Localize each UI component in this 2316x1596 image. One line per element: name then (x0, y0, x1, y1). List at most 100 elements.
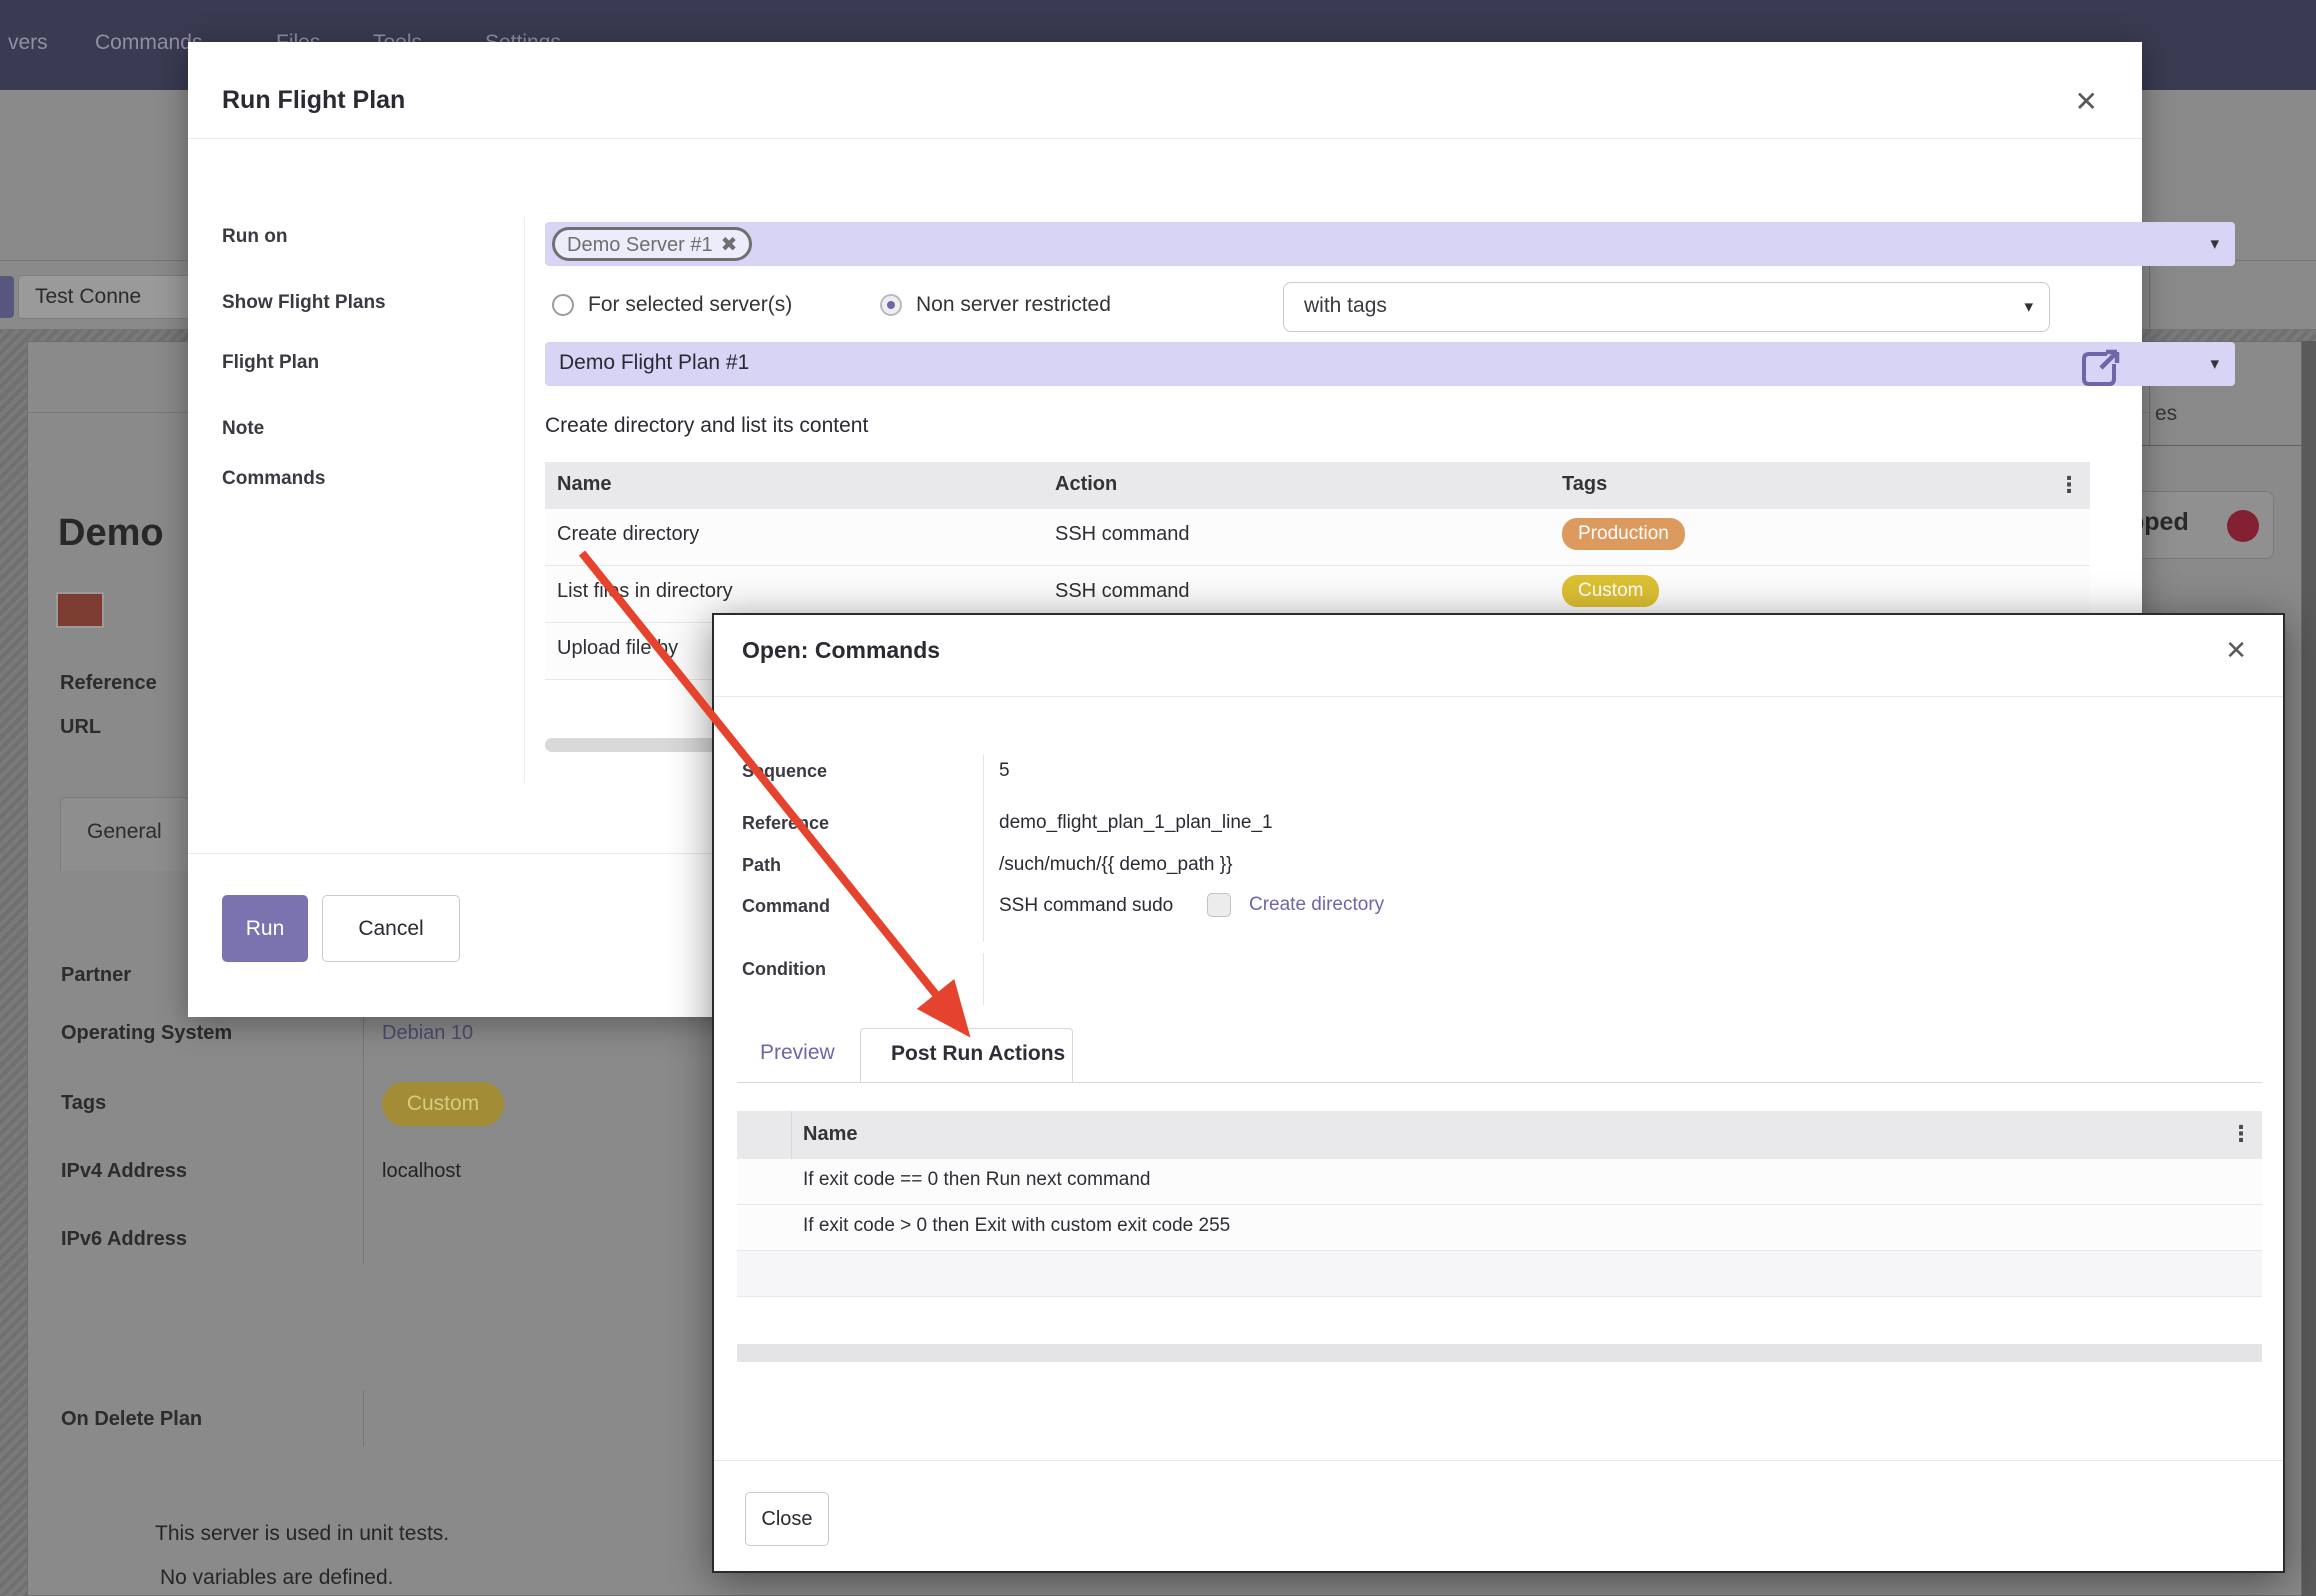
external-link-icon[interactable] (2077, 346, 2123, 392)
run-on-label: Run on (222, 226, 287, 248)
note-label: Note (222, 418, 264, 440)
close-icon[interactable]: ✕ (2225, 637, 2247, 663)
condition-label: Condition (742, 959, 826, 980)
select-column[interactable] (737, 1111, 792, 1159)
tag-badge-production: Production (1562, 518, 1685, 550)
flight-plan-label: Flight Plan (222, 352, 319, 374)
radio-for-selected-servers-label[interactable]: For selected server(s) (588, 293, 792, 317)
tabbar-divider (737, 1082, 2262, 1083)
nav-item-servers[interactable]: vers (8, 31, 48, 55)
field-divider (363, 1390, 364, 1446)
flight-plan-field[interactable]: Demo Flight Plan #1 ▾ (545, 342, 2235, 386)
unit-note-line1: This server is used in unit tests. (155, 1522, 449, 1546)
on-delete-plan-label: On Delete Plan (61, 1408, 202, 1431)
tab-general[interactable]: General (60, 797, 190, 871)
open-commands-modal: Open: Commands ✕ Sequence 5 Reference de… (712, 613, 2285, 1573)
cell-name: If exit code == 0 then Run next command (803, 1169, 1150, 1191)
ipv6-label: IPv6 Address (61, 1228, 187, 1251)
unit-note-line2: No variables are defined. (160, 1566, 393, 1590)
column-tags[interactable]: Tags (1562, 473, 1607, 496)
status-dot-icon (2227, 510, 2259, 542)
os-label: Operating System (61, 1022, 232, 1045)
column-name[interactable]: Name (557, 473, 611, 496)
tags-label: Tags (61, 1092, 106, 1115)
cell-name: List files in directory (557, 580, 733, 603)
tag-badge-custom: Custom (1562, 575, 1659, 607)
background-tab-underline (2142, 445, 2302, 446)
edit-button-fragment[interactable] (0, 276, 14, 318)
label-field-divider (983, 755, 984, 942)
table-header: Name ⋮ (737, 1111, 2262, 1159)
page-scrollbar[interactable] (2302, 341, 2316, 1596)
note-value: Create directory and list its content (545, 414, 868, 438)
run-on-field[interactable]: Demo Server #1 ✖ ▾ (545, 222, 2235, 266)
reference-value: demo_flight_plan_1_plan_line_1 (999, 812, 1273, 834)
flight-plan-value: Demo Flight Plan #1 (559, 351, 749, 375)
label-field-divider (983, 953, 984, 1005)
ipv4-label: IPv4 Address (61, 1160, 187, 1183)
sequence-label: Sequence (742, 761, 827, 782)
table-row[interactable]: If exit code == 0 then Run next command (737, 1159, 2262, 1205)
server-tag-label: Demo Server #1 (567, 234, 713, 256)
modal-header-divider (188, 138, 2142, 139)
radio-non-server-restricted[interactable] (880, 294, 902, 316)
table-row[interactable]: Create directory SSH command Production (545, 509, 2090, 566)
sudo-checkbox[interactable] (1207, 893, 1231, 917)
kebab-menu-icon[interactable]: ⋮ (2230, 1121, 2252, 1147)
os-value-link[interactable]: Debian 10 (382, 1022, 473, 1045)
background-tab-truncated[interactable]: es (2155, 402, 2177, 426)
tab-post-run-actions[interactable]: Post Run Actions (860, 1028, 1073, 1083)
modal-title: Run Flight Plan (222, 86, 405, 115)
tab-post-run-actions-label: Post Run Actions (891, 1042, 1065, 1066)
path-label: Path (742, 855, 781, 876)
sequence-value: 5 (999, 760, 1010, 782)
table-row[interactable]: If exit code > 0 then Exit with custom e… (737, 1205, 2262, 1251)
commands-label: Commands (222, 468, 325, 490)
cell-tags: Production (1562, 523, 1685, 555)
column-name[interactable]: Name (803, 1123, 857, 1146)
server-title: Demo (58, 512, 164, 555)
close-icon[interactable]: ✕ (2075, 88, 2098, 116)
tab-preview[interactable]: Preview (760, 1041, 835, 1065)
command-label: Command (742, 896, 830, 917)
label-field-divider (524, 217, 525, 783)
ipv4-value: localhost (382, 1160, 461, 1183)
create-directory-link[interactable]: Create directory (1249, 894, 1384, 916)
color-swatch[interactable] (56, 592, 104, 628)
show-flight-plans-label: Show Flight Plans (222, 292, 386, 314)
cell-name: Upload file by (557, 637, 678, 660)
horizontal-scrollbar[interactable] (737, 1344, 2262, 1362)
cell-tags: Custom (1562, 580, 1659, 612)
with-tags-dropdown[interactable]: with tags ▾ (1283, 282, 2050, 332)
tag-remove-icon[interactable]: ✖ (721, 234, 738, 256)
chevron-down-icon: ▾ (2210, 354, 2219, 374)
nav-item-commands[interactable]: Commands (95, 31, 202, 55)
modal-title: Open: Commands (742, 637, 940, 664)
modal-footer-divider (714, 1460, 2283, 1461)
with-tags-value: with tags (1304, 294, 1387, 318)
chevron-down-icon[interactable]: ▾ (2210, 234, 2219, 254)
server-tag-pill[interactable]: Demo Server #1 ✖ (552, 227, 752, 261)
cell-action: SSH command (1055, 523, 1190, 546)
partner-label: Partner (61, 964, 131, 987)
kebab-menu-icon[interactable]: ⋮ (2058, 472, 2080, 498)
radio-for-selected-servers[interactable] (552, 294, 574, 316)
url-label: URL (60, 716, 101, 739)
cell-name: Create directory (557, 523, 699, 546)
table-header: Name Action Tags ⋮ (545, 462, 2090, 509)
test-connection-button[interactable]: Test Conne (18, 275, 214, 319)
table-row-empty (737, 1297, 2262, 1343)
reference-label: Reference (742, 813, 829, 834)
tab-general-label: General (87, 820, 162, 844)
close-button[interactable]: Close (745, 1492, 829, 1546)
command-value: SSH command sudo (999, 895, 1173, 917)
post-run-actions-table: Name ⋮ If exit code == 0 then Run next c… (737, 1111, 2262, 1343)
tag-badge-custom: Custom (382, 1082, 504, 1126)
field-divider (363, 1012, 364, 1264)
screen: vers Commands Files Tools Settings Test … (0, 0, 2316, 1596)
cancel-button[interactable]: Cancel (322, 895, 460, 962)
run-button[interactable]: Run (222, 895, 308, 962)
table-row-empty (737, 1251, 2262, 1297)
column-action[interactable]: Action (1055, 473, 1117, 496)
radio-non-server-restricted-label[interactable]: Non server restricted (916, 293, 1111, 317)
